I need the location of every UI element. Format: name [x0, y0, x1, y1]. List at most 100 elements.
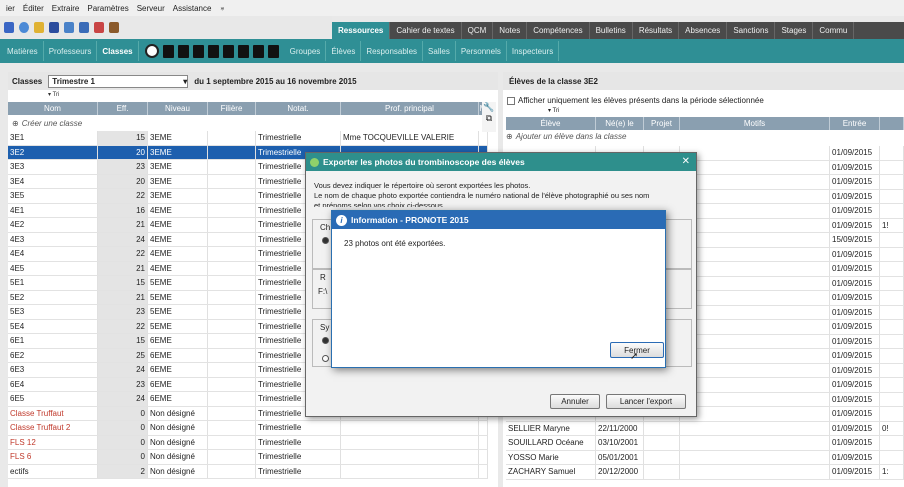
- sort-indicator-right[interactable]: ▾ Tri: [548, 107, 559, 114]
- col-header[interactable]: Motifs: [680, 117, 830, 130]
- menu-item[interactable]: Éditer: [23, 4, 44, 13]
- cancel-button[interactable]: Annuler: [550, 394, 600, 409]
- present-checkbox[interactable]: [507, 96, 515, 105]
- grid-icon[interactable]: [207, 44, 219, 58]
- tab-notes[interactable]: Notes: [493, 22, 528, 39]
- period-select[interactable]: Trimestre 1 ▾: [48, 74, 189, 88]
- subtab-responsables[interactable]: Responsables: [361, 41, 424, 61]
- menu-item[interactable]: Assistance: [173, 4, 212, 13]
- radio-choice[interactable]: [322, 237, 329, 244]
- class-grading: Trimestrielle: [256, 435, 341, 449]
- folder-icon[interactable]: [162, 44, 174, 58]
- class-name: 4E4: [8, 247, 98, 261]
- document-icon[interactable]: [49, 21, 59, 33]
- student-extra: [880, 160, 904, 174]
- student-extra: [880, 392, 904, 406]
- table-row[interactable]: 3E1 15 3EME Trimestrielle Mme TOCQUEVILLE VA…: [8, 131, 488, 146]
- table-row[interactable]: ZACHARY Samuel 20/12/2000 01/09/2015 1:: [506, 465, 904, 480]
- subtab-groupes[interactable]: Groupes: [285, 41, 327, 61]
- class-count: 23: [98, 160, 148, 174]
- tab-absences[interactable]: Absences: [679, 22, 728, 39]
- col-header[interactable]: Notat.: [256, 102, 341, 115]
- class-level: 3EME: [148, 174, 208, 188]
- tab-stages[interactable]: Stages: [775, 22, 814, 39]
- message-icon[interactable]: [79, 21, 89, 33]
- col-header[interactable]: Prof. principal: [341, 102, 479, 115]
- menu-item[interactable]: Paramètres: [87, 4, 128, 13]
- tab-commu[interactable]: Commu: [813, 22, 855, 39]
- col-header[interactable]: Élève: [506, 117, 596, 130]
- tree-icon[interactable]: [192, 44, 204, 58]
- student-reasons: [680, 218, 830, 232]
- subtab-matières[interactable]: Matières: [2, 41, 44, 61]
- student-extra: 1!: [880, 218, 904, 232]
- table-row[interactable]: FLS 6 0 Non désigné Trimestrielle: [8, 450, 488, 465]
- table-row[interactable]: SOUILLARD Océane 03/10/2001 01/09/2015: [506, 436, 904, 451]
- student-entry-date: 01/09/2015: [830, 421, 880, 435]
- col-header[interactable]: Filière: [208, 102, 256, 115]
- table-row[interactable]: ectifs 2 Non désigné Trimestrielle: [8, 464, 488, 479]
- menu-item[interactable]: ier: [6, 4, 15, 13]
- subtab-classes[interactable]: Classes: [97, 41, 139, 61]
- launch-export-button[interactable]: Lancer l'export: [606, 394, 686, 409]
- table-row[interactable]: YOSSO Marie 05/01/2001 01/09/2015: [506, 450, 904, 465]
- radio-sync-2[interactable]: [322, 355, 329, 362]
- tab-cahier-de-textes[interactable]: Cahier de textes: [390, 22, 462, 39]
- calendar-icon[interactable]: [94, 21, 104, 33]
- copy-icon[interactable]: ⧉: [482, 113, 496, 124]
- subtab-élèves[interactable]: Élèves: [326, 41, 362, 61]
- subtab-inspecteurs[interactable]: Inspecteurs: [507, 41, 560, 61]
- class-track: [208, 189, 256, 203]
- col-header[interactable]: Nom: [8, 102, 98, 115]
- student-entry-date: 01/09/2015: [830, 392, 880, 406]
- radio-sync-1[interactable]: [322, 337, 329, 344]
- col-header[interactable]: Né(e) le: [596, 117, 644, 130]
- col-header[interactable]: Projet: [644, 117, 680, 130]
- subtab-personnels[interactable]: Personnels: [456, 41, 507, 61]
- directory-path[interactable]: F:\: [318, 287, 327, 296]
- subtab-salles[interactable]: Salles: [423, 41, 456, 61]
- print-icon[interactable]: [4, 21, 14, 33]
- logo-icon: ♅: [219, 3, 226, 13]
- group-icon[interactable]: [222, 44, 234, 58]
- present-filter[interactable]: Afficher uniquement les élèves présents …: [507, 96, 764, 105]
- menu-item[interactable]: Extraire: [52, 4, 80, 13]
- tab-résultats[interactable]: Résultats: [633, 22, 680, 39]
- table-row[interactable]: Classe Truffaut 2 0 Non désigné Trimestriel…: [8, 421, 488, 436]
- student-entry-date: 01/09/2015: [830, 363, 880, 377]
- student-reasons: [680, 378, 830, 392]
- close-icon[interactable]: ✕: [682, 156, 690, 167]
- create-class-row[interactable]: ⊕ Créer une classe: [8, 117, 488, 130]
- menu-item[interactable]: Serveur: [137, 4, 165, 13]
- class-track: [208, 392, 256, 406]
- class-track: [208, 145, 256, 159]
- filter-icon[interactable]: [177, 44, 189, 58]
- tab-bulletins[interactable]: Bulletins: [590, 22, 633, 39]
- subtab-professeurs[interactable]: Professeurs: [44, 41, 98, 61]
- student-extra: 0!: [880, 421, 904, 435]
- class-name: 3E4: [8, 174, 98, 188]
- student-extra: [880, 349, 904, 363]
- add-student-row[interactable]: ⊕ Ajouter un élève dans la classe: [506, 132, 626, 141]
- email-icon[interactable]: [19, 21, 29, 33]
- badge-icon[interactable]: [252, 44, 264, 58]
- lock-icon[interactable]: [237, 44, 249, 58]
- col-header[interactable]: Eff.: [98, 102, 148, 115]
- table-row[interactable]: SELLIER Maryne 22/11/2000 01/09/2015 0!: [506, 421, 904, 436]
- col-header[interactable]: [880, 117, 904, 130]
- sort-indicator[interactable]: ▾ Tri: [48, 91, 59, 98]
- people-icon[interactable]: [109, 21, 119, 33]
- tab-compétences[interactable]: Compétences: [527, 22, 590, 39]
- export-icon[interactable]: [64, 21, 74, 33]
- table-row[interactable]: FLS 12 0 Non désigné Trimestrielle: [8, 435, 488, 450]
- tab-sanctions[interactable]: Sanctions: [727, 22, 776, 39]
- col-header[interactable]: Niveau: [148, 102, 208, 115]
- wrench-icon[interactable]: 🔧: [482, 102, 496, 113]
- list-icon[interactable]: [144, 44, 159, 58]
- exit-icon[interactable]: [267, 44, 279, 58]
- tab-ressources[interactable]: Ressources: [332, 22, 391, 39]
- student-extra: [880, 175, 904, 189]
- tab-qcm[interactable]: QCM: [462, 22, 494, 39]
- col-header[interactable]: Entrée: [830, 117, 880, 130]
- folder-icon[interactable]: [34, 21, 44, 33]
